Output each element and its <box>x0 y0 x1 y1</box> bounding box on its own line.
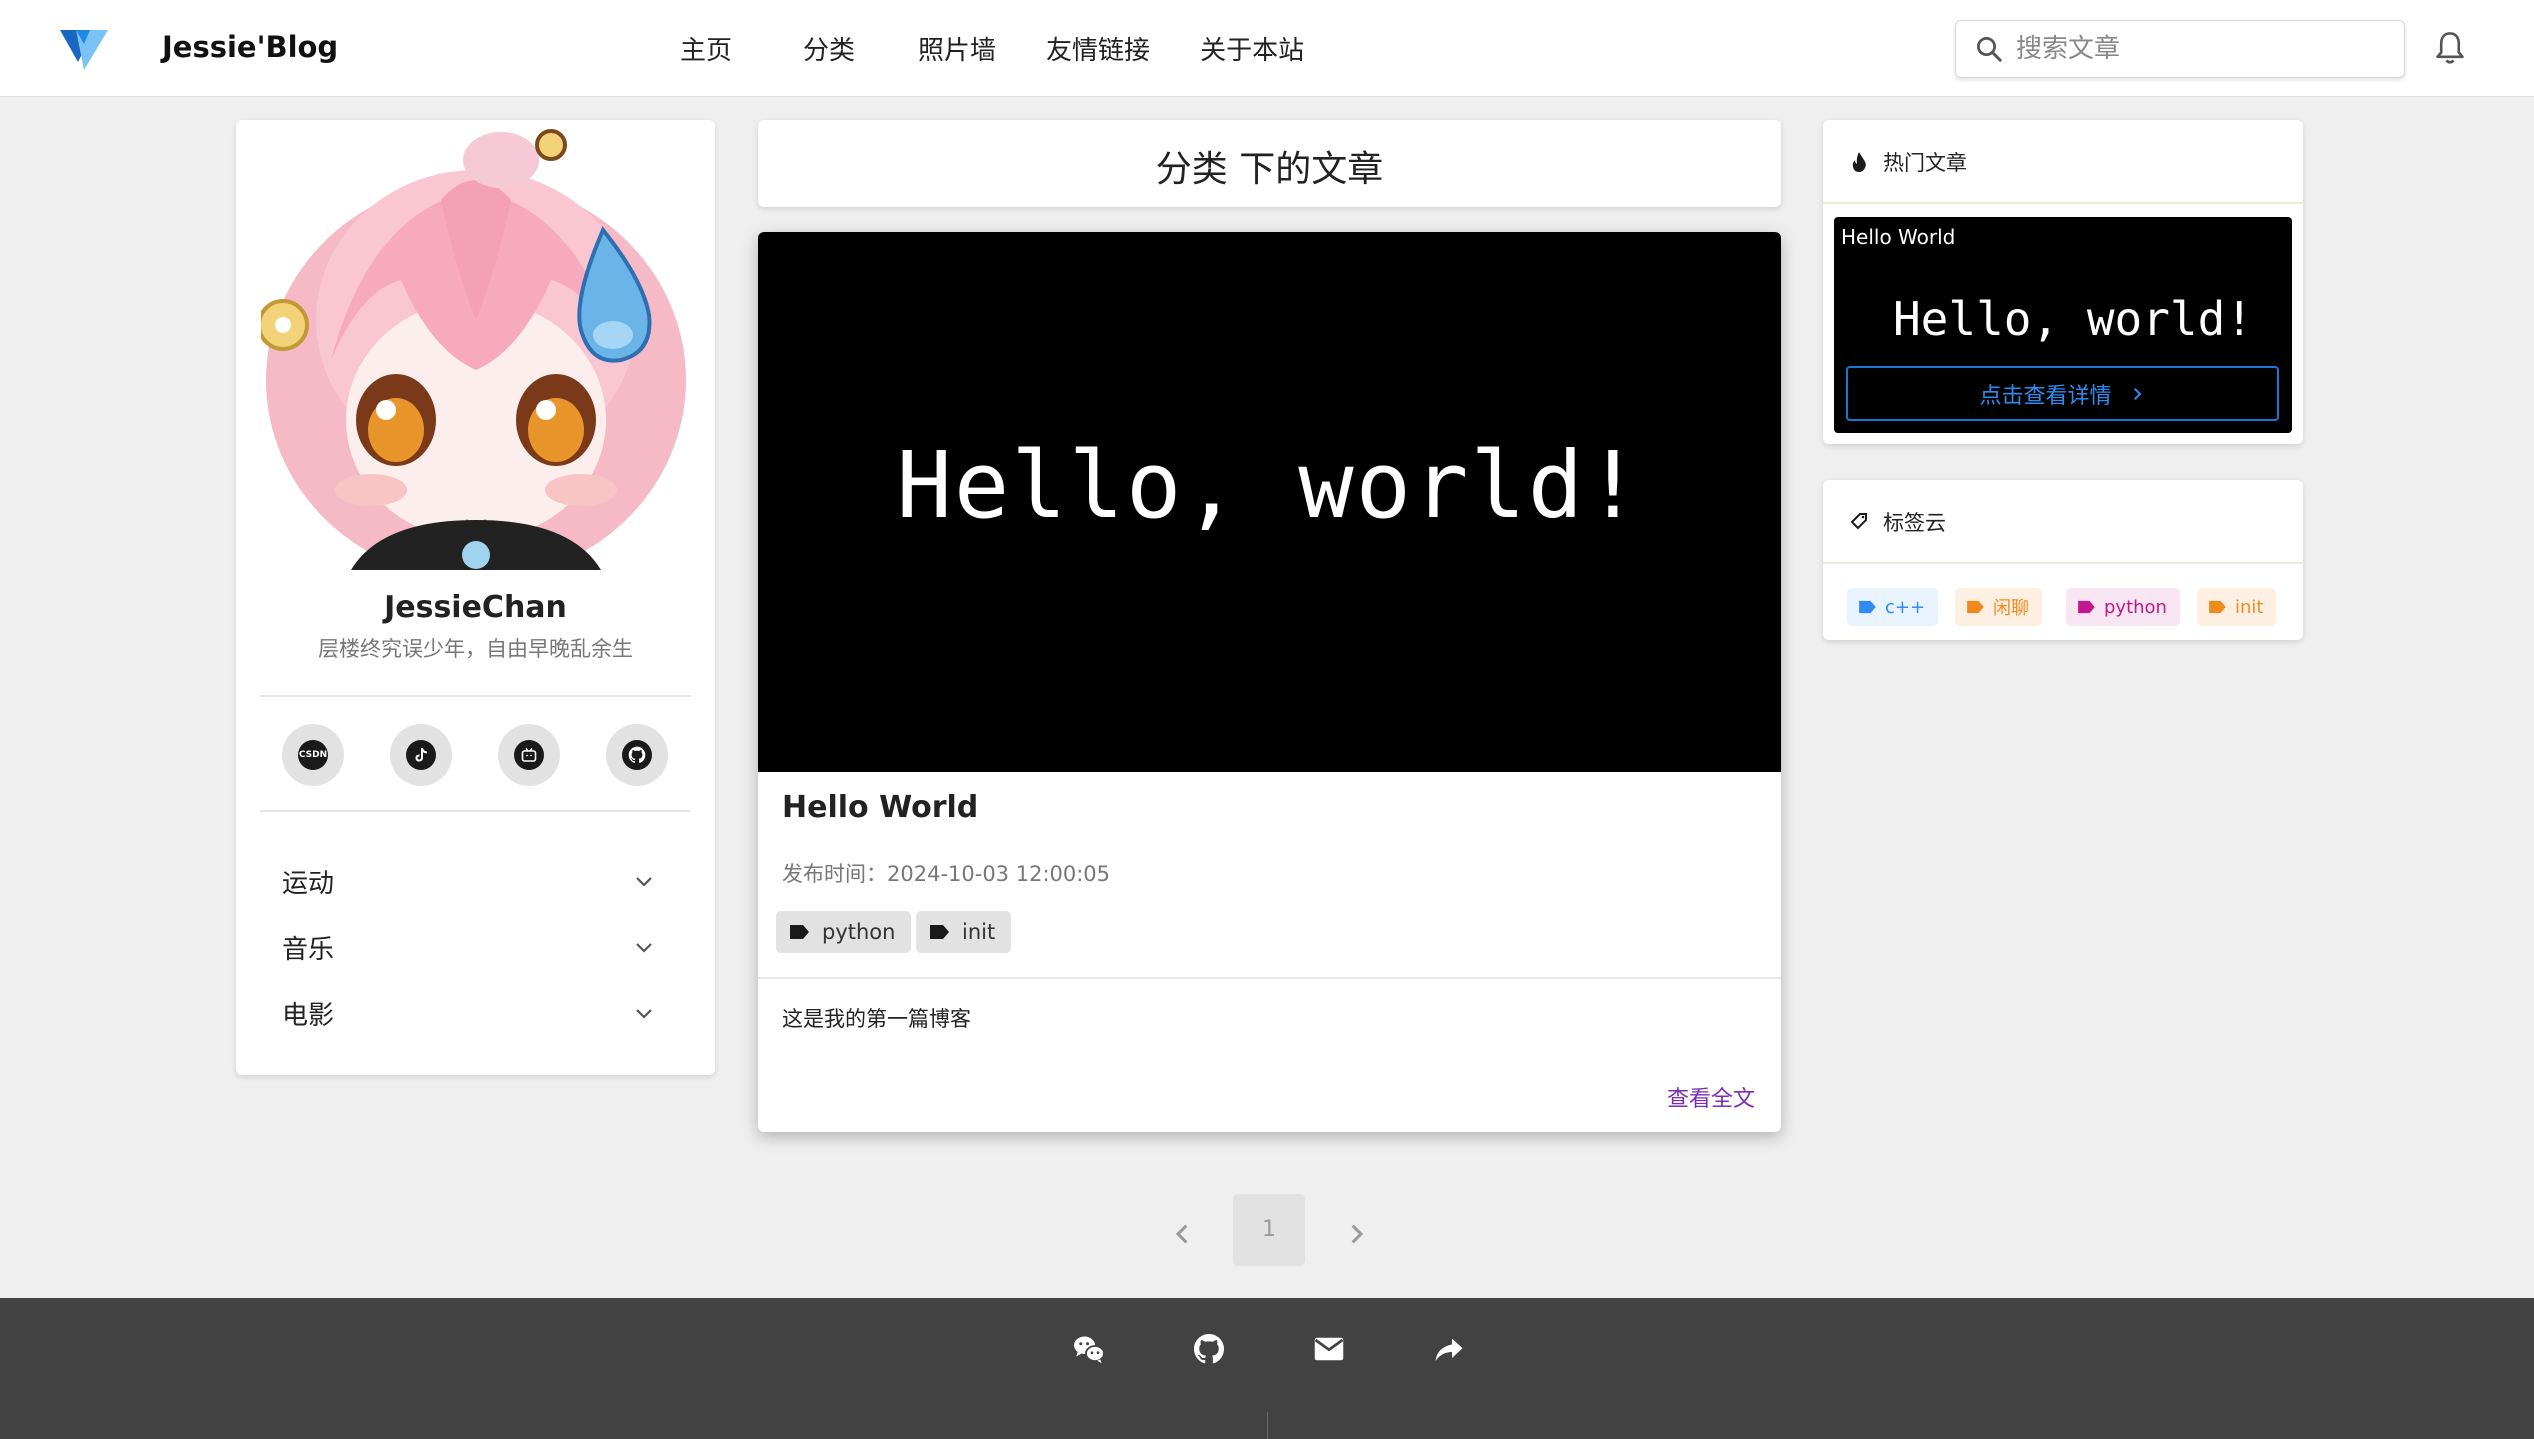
pagination-prev-button[interactable] <box>1163 1214 1203 1254</box>
site-brand[interactable]: Jessie'Blog <box>162 30 338 64</box>
profile-motto: 层楼终究误少年，自由早晚乱余生 <box>318 637 633 661</box>
hot-posts-card: 热门文章 Hello World Hello, world! 点击查看详情 <box>1823 120 2303 444</box>
chevron-down-icon <box>636 1009 652 1019</box>
post-excerpt: 这是我的第一篇博客 <box>782 1007 971 1031</box>
nav-item-photos[interactable]: 照片墙 <box>918 30 996 67</box>
chevron-right-icon <box>1351 1224 1364 1244</box>
csdn-link[interactable]: CSDN <box>282 724 344 786</box>
divider <box>260 810 691 812</box>
fire-icon <box>1852 152 1866 172</box>
post-tag-label: python <box>822 920 896 944</box>
email-link[interactable] <box>1311 1331 1347 1367</box>
tag-icon <box>1859 600 1876 614</box>
hot-post-title: Hello World <box>1841 225 1956 249</box>
tag-icon <box>790 925 809 939</box>
footer-github-link[interactable] <box>1191 1331 1227 1367</box>
tiktok-icon <box>406 740 436 770</box>
bilibili-link[interactable] <box>498 724 560 786</box>
chevron-left-icon <box>1175 1224 1188 1244</box>
tag-cloud-header: 标签云 <box>1849 507 1946 537</box>
tag-outline-icon <box>1850 513 1867 530</box>
post-tag-chip[interactable]: init <box>916 911 1012 953</box>
nav-item-friend-links[interactable]: 友情链接 <box>1046 30 1150 67</box>
menu-group-label: 电影 <box>282 1001 335 1031</box>
divider <box>260 695 691 697</box>
hot-post-item[interactable]: Hello World Hello, world! 点击查看详情 <box>1834 217 2292 433</box>
notification-bell-icon[interactable] <box>2432 29 2468 67</box>
vuetify-logo-icon[interactable] <box>60 28 108 70</box>
page-title: 分类 下的文章 <box>1155 149 1384 190</box>
tag-cloud-label: 闲聊 <box>1993 598 2029 619</box>
email-icon <box>1314 1337 1344 1361</box>
menu-group-music[interactable]: 音乐 <box>236 916 715 976</box>
hot-posts-title: 热门文章 <box>1883 151 1967 175</box>
search-input[interactable] <box>2016 34 2376 64</box>
tag-cloud-label: python <box>2104 596 2167 618</box>
bilibili-icon <box>514 740 544 770</box>
tag-icon <box>2209 600 2226 614</box>
tag-cloud-card: 标签云 c++ 闲聊 python init <box>1823 480 2303 640</box>
footer-separator <box>1267 1412 1268 1439</box>
view-details-label: 点击查看详情 <box>1979 383 2112 409</box>
menu-group-sports[interactable]: 运动 <box>236 850 715 910</box>
read-more-link[interactable]: 查看全文 <box>1667 1081 1755 1113</box>
main-nav: 主页 分类 照片墙 友情链接 关于本站 <box>680 0 1304 97</box>
menu-group-label: 音乐 <box>282 935 335 965</box>
post-title[interactable]: Hello World <box>782 790 978 825</box>
share-icon <box>1435 1338 1463 1361</box>
tag-cloud-chip[interactable]: python <box>2066 588 2180 626</box>
tag-cloud-chip[interactable]: init <box>2197 588 2277 626</box>
hot-posts-header: 热门文章 <box>1849 147 1967 177</box>
tag-cloud-chip[interactable]: c++ <box>1847 588 1939 626</box>
github-icon <box>622 740 652 770</box>
chevron-right-icon <box>2133 387 2141 400</box>
page-title-card: 分类 下的文章 <box>758 120 1781 207</box>
divider <box>1823 202 2303 204</box>
post-tag-label: init <box>962 920 996 944</box>
tag-cloud-label: c++ <box>1885 596 1926 618</box>
profile-name: JessieChan <box>384 590 567 625</box>
nav-item-home[interactable]: 主页 <box>680 30 732 67</box>
share-link[interactable] <box>1431 1331 1467 1367</box>
post-cover-image[interactable]: Hello, world! <box>758 232 1781 772</box>
tag-icon <box>2078 600 2095 614</box>
tag-icon <box>930 925 949 939</box>
wechat-link[interactable] <box>1071 1331 1107 1367</box>
profile-card: JessieChan 层楼终究误少年，自由早晚乱余生 CSDN 运动 音乐 电影 <box>236 120 715 1075</box>
github-icon <box>1194 1334 1224 1364</box>
tag-cloud-label: init <box>2235 596 2264 618</box>
chevron-down-icon <box>636 943 652 953</box>
hot-post-cover-text: Hello, world! <box>1892 292 2254 346</box>
wechat-icon <box>1074 1336 1105 1364</box>
menu-group-movies[interactable]: 电影 <box>236 982 715 1042</box>
footer <box>0 1298 2534 1439</box>
post-date: 发布时间：2024-10-03 12:00:05 <box>782 862 1111 886</box>
pagination-page-button[interactable]: 1 <box>1233 1194 1305 1266</box>
tag-icon <box>1967 600 1984 614</box>
view-details-button[interactable]: 点击查看详情 <box>1846 366 2279 421</box>
post-cover-text: Hello, world! <box>896 432 1643 539</box>
github-link[interactable] <box>606 724 668 786</box>
nav-item-categories[interactable]: 分类 <box>803 30 855 67</box>
menu-group-label: 运动 <box>282 869 335 899</box>
top-app-bar: Jessie'Blog 主页 分类 照片墙 友情链接 关于本站 <box>0 0 2534 97</box>
avatar <box>261 120 691 570</box>
nav-item-about[interactable]: 关于本站 <box>1200 30 1304 67</box>
divider <box>1823 562 2303 564</box>
pagination-next-button[interactable] <box>1336 1214 1376 1254</box>
post-card: Hello, world! Hello World 发布时间：2024-10-0… <box>758 232 1781 1132</box>
tiktok-link[interactable] <box>390 724 452 786</box>
search-box[interactable] <box>1955 20 2405 78</box>
tag-cloud-chip[interactable]: 闲聊 <box>1955 588 2042 626</box>
divider <box>758 977 1781 979</box>
search-icon <box>1977 37 2002 62</box>
tag-cloud-title: 标签云 <box>1883 511 1946 535</box>
post-tag-chip[interactable]: python <box>776 911 912 953</box>
csdn-icon: CSDN <box>298 740 328 770</box>
chevron-down-icon <box>636 877 652 887</box>
